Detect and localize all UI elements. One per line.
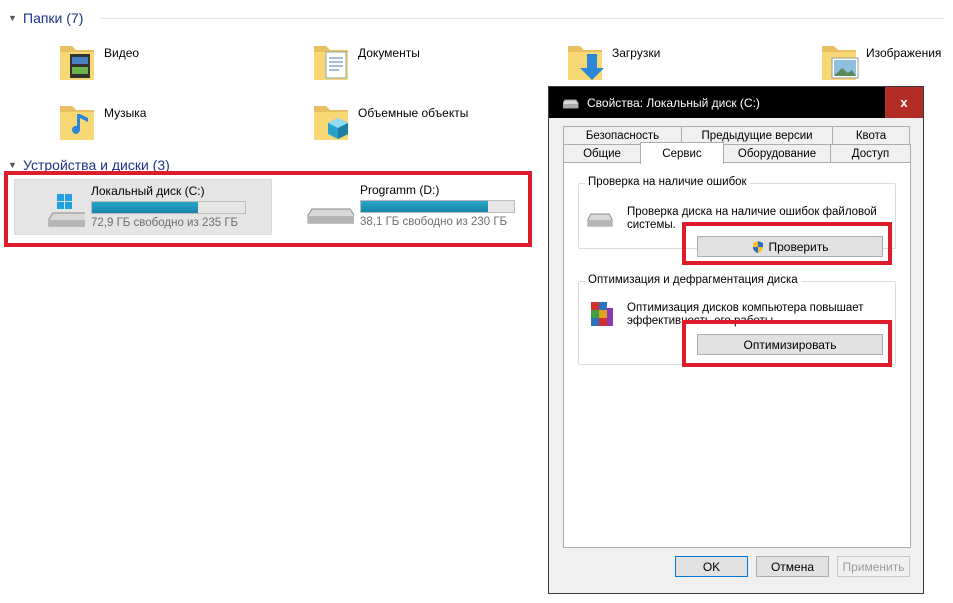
folder-item-downloads[interactable]: Загрузки xyxy=(566,40,660,82)
ok-button[interactable]: OK xyxy=(675,556,748,577)
tab-quota[interactable]: Квота xyxy=(832,126,910,145)
folder-label: Загрузки xyxy=(612,46,661,60)
dialog-titlebar[interactable]: Свойства: Локальный диск (C:) x xyxy=(549,87,923,118)
tab-service[interactable]: Сервис xyxy=(640,142,724,164)
close-button[interactable]: x xyxy=(885,87,923,118)
documents-folder-icon xyxy=(314,46,348,80)
chevron-down-icon: ▼ xyxy=(8,160,17,170)
chevron-down-icon: ▼ xyxy=(8,13,17,23)
drive-icon xyxy=(563,99,579,108)
highlight-drives-box xyxy=(4,171,532,247)
close-icon: x xyxy=(900,95,908,110)
drive-check-icon xyxy=(587,213,613,227)
cancel-button[interactable]: Отмена xyxy=(756,556,829,577)
tab-hardware[interactable]: Оборудование xyxy=(723,144,831,163)
folder-label: Документы xyxy=(358,46,420,60)
optimize-title: Оптимизация и дефрагментация диска xyxy=(585,274,801,286)
folders-group-header[interactable]: ▼ Папки (7) xyxy=(8,8,83,28)
folder-item-documents[interactable]: Документы xyxy=(312,40,420,82)
error-check-title: Проверка на наличие ошибок xyxy=(585,176,750,188)
folders-group-title: Папки (7) xyxy=(23,10,84,26)
folder-label: Объемные объекты xyxy=(358,106,469,120)
folder-label: Видео xyxy=(104,46,140,60)
folder-item-pictures[interactable]: Изображения xyxy=(820,40,941,82)
pictures-folder-icon xyxy=(822,46,859,80)
folder-label: Изображения xyxy=(866,46,942,60)
folder-item-music[interactable]: Музыка xyxy=(58,100,146,142)
video-folder-icon xyxy=(60,46,94,80)
folder-label: Музыка xyxy=(104,106,147,120)
folder-item-3d-objects[interactable]: Объемные объекты xyxy=(312,100,468,142)
highlight-optimize-button-box xyxy=(682,320,892,367)
music-folder-icon xyxy=(60,106,94,140)
downloads-folder-icon xyxy=(568,46,604,80)
tab-sharing[interactable]: Доступ xyxy=(830,144,911,163)
tab-general[interactable]: Общие xyxy=(563,144,641,163)
folder-item-video[interactable]: Видео xyxy=(58,40,139,82)
dialog-title: Свойства: Локальный диск (C:) xyxy=(587,95,760,110)
apply-button[interactable]: Применить xyxy=(837,556,910,577)
folders-divider xyxy=(100,18,945,19)
defrag-icon xyxy=(591,302,613,326)
3d-objects-folder-icon xyxy=(314,106,348,140)
highlight-check-button-box xyxy=(682,222,892,265)
